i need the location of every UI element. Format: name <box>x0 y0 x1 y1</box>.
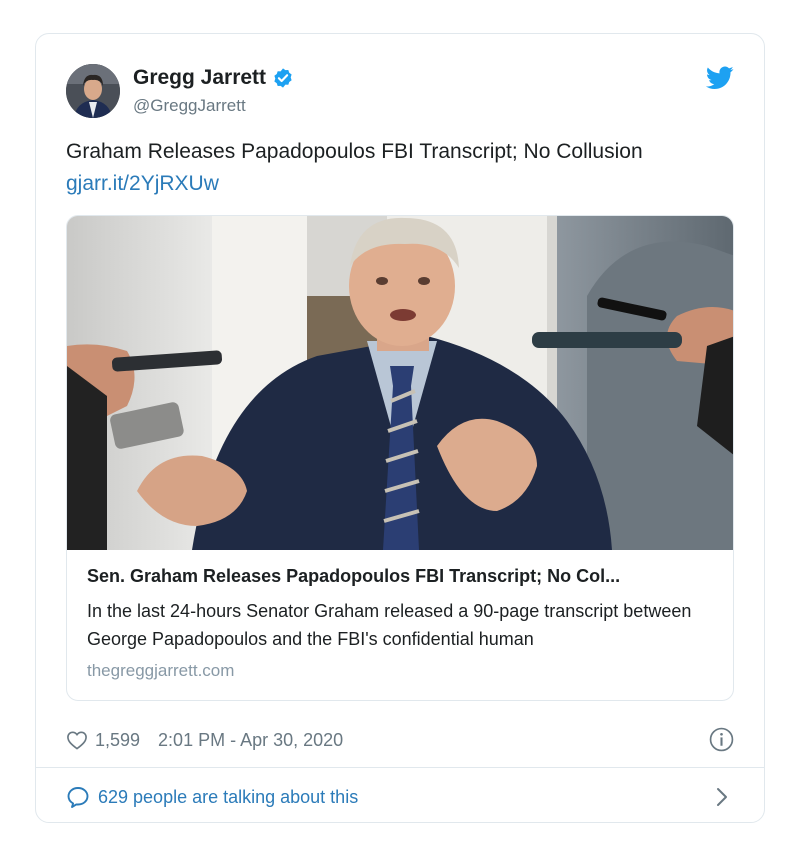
avatar-photo <box>66 64 120 118</box>
article-photo <box>67 216 733 550</box>
verified-badge-icon <box>274 68 292 88</box>
comment-bubble-icon <box>67 787 89 808</box>
link-card-domain: thegreggjarrett.com <box>87 661 235 680</box>
embedded-tweet-card: Gregg Jarrett @GreggJarrett Graham Relea… <box>35 33 765 823</box>
chevron-right-icon <box>717 788 727 806</box>
link-card-title: Sen. Graham Releases Papadopoulos FBI Tr… <box>87 566 621 586</box>
link-card-meta: Sen. Graham Releases Papadopoulos FBI Tr… <box>87 566 715 681</box>
tweet-short-link[interactable]: gjarr.it/2YjRXUw <box>66 172 219 196</box>
like-count[interactable]: 1,599 <box>95 730 140 751</box>
info-icon[interactable] <box>709 727 734 752</box>
tweet-timestamp[interactable]: 2:01 PM - Apr 30, 2020 <box>158 730 343 751</box>
author-name[interactable]: Gregg Jarrett <box>133 66 294 90</box>
tweet-text: Graham Releases Papadopoulos FBI Transcr… <box>66 140 643 163</box>
heart-icon[interactable] <box>66 730 88 750</box>
author-name-text: Gregg Jarrett <box>133 66 267 89</box>
link-card-description: In the last 24-hours Senator Graham rele… <box>87 601 692 649</box>
conversation-link[interactable]: 629 people are talking about this <box>66 784 734 810</box>
conversation-label: 629 people are talking about this <box>98 786 359 807</box>
link-preview-card[interactable]: Sen. Graham Releases Papadopoulos FBI Tr… <box>66 215 734 701</box>
twitter-bird-icon[interactable] <box>706 66 734 90</box>
footer-divider <box>36 767 764 768</box>
author-avatar[interactable] <box>66 64 120 118</box>
tweet-footer: 1,599 2:01 PM - Apr 30, 2020 <box>66 727 734 753</box>
author-handle[interactable]: @GreggJarrett <box>133 96 246 116</box>
